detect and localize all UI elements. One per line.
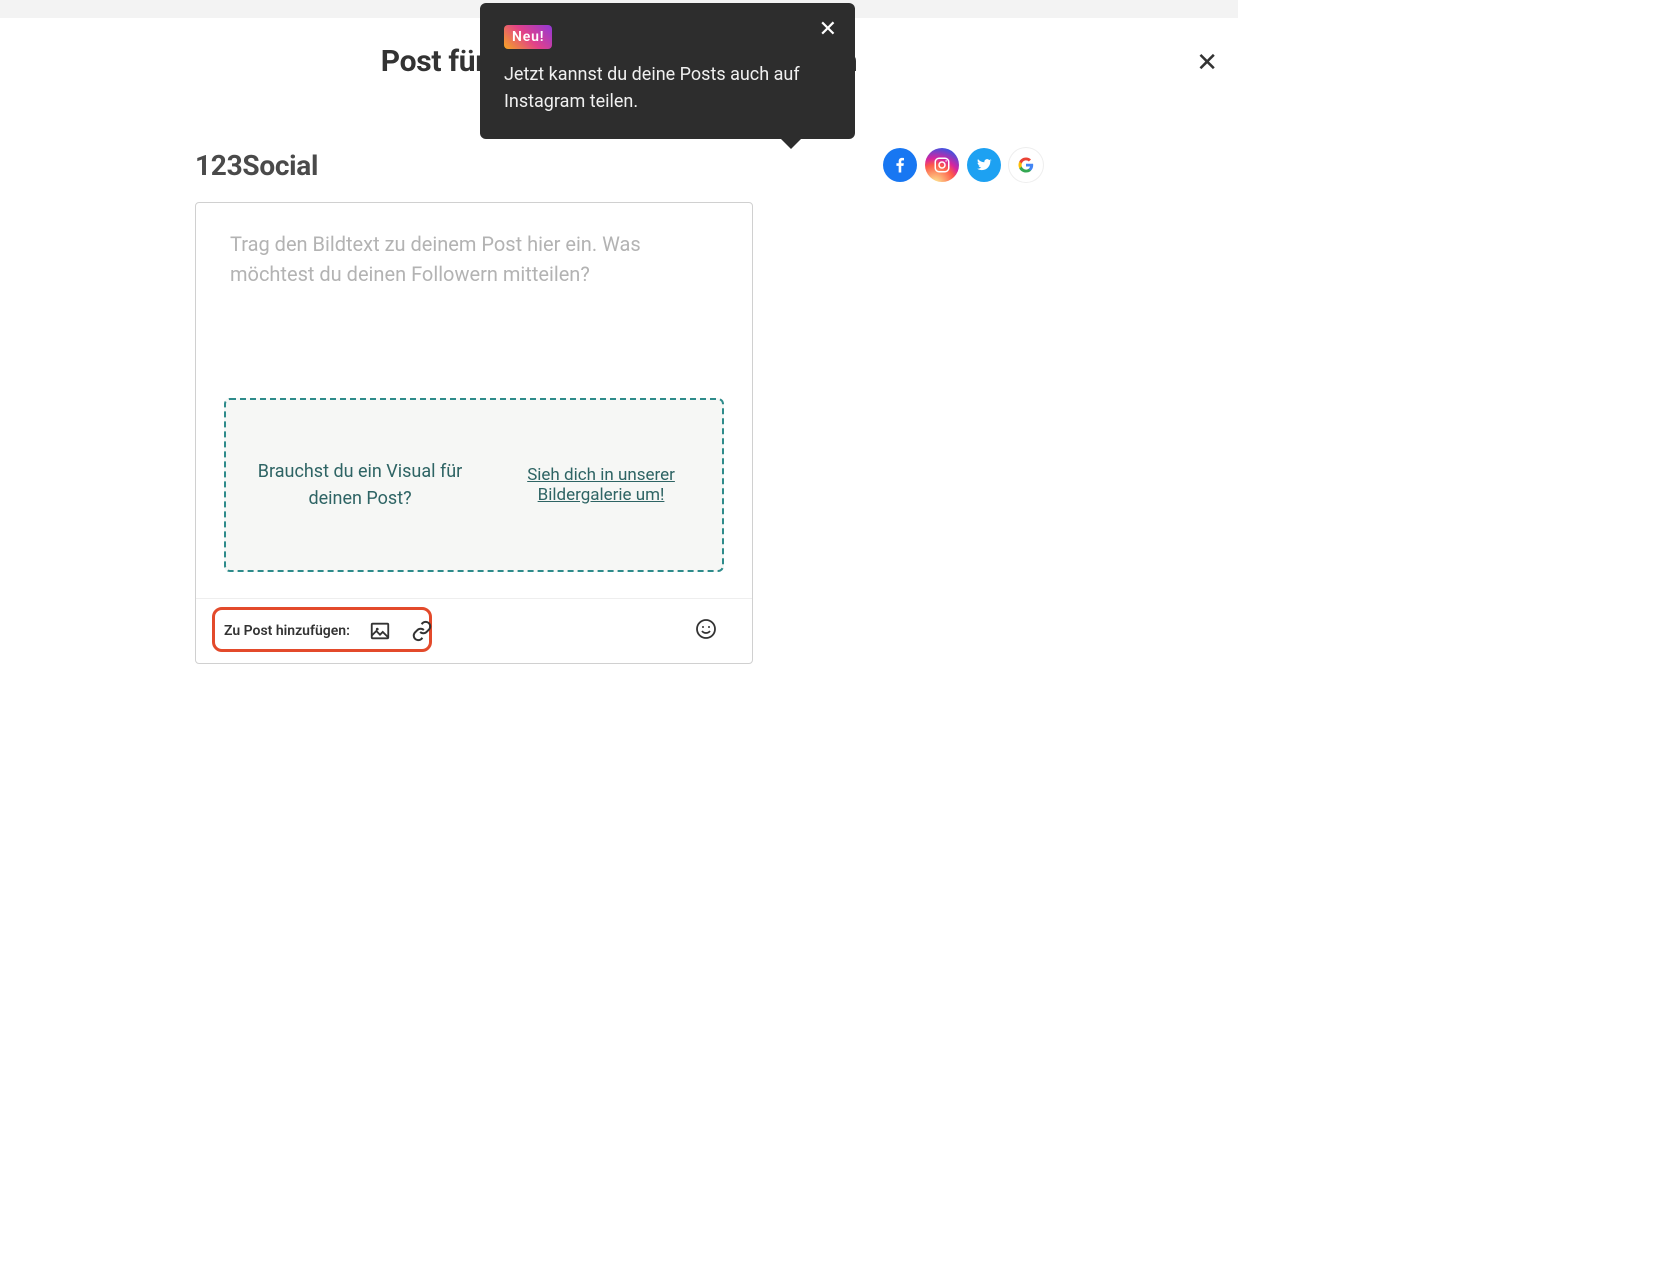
instagram-tooltip: ✕ Neu! Jetzt kannst du deine Posts auch … xyxy=(480,3,855,139)
close-icon: ✕ xyxy=(819,17,837,42)
close-icon: ✕ xyxy=(1196,48,1218,78)
social-channel-picker xyxy=(883,148,1043,182)
facebook-channel-button[interactable] xyxy=(883,148,917,182)
tooltip-body: Jetzt kannst du deine Posts auch auf Ins… xyxy=(504,61,831,115)
add-image-button[interactable] xyxy=(368,619,392,643)
twitter-channel-button[interactable] xyxy=(967,148,1001,182)
image-gallery-link[interactable]: Sieh dich in unserer Bildergalerie um! xyxy=(492,465,710,505)
account-name: 123Social xyxy=(195,149,318,182)
link-icon xyxy=(411,620,433,642)
emoji-icon xyxy=(694,617,718,641)
instagram-icon xyxy=(933,156,951,174)
close-modal-button[interactable]: ✕ xyxy=(1196,50,1218,76)
visual-dropzone[interactable]: Brauchst du ein Visual für deinen Post? … xyxy=(224,398,724,572)
instagram-channel-button[interactable] xyxy=(925,148,959,182)
image-icon xyxy=(369,620,391,642)
post-text-input[interactable]: Trag den Bildtext zu deinem Post hier ei… xyxy=(196,203,752,398)
account-header: 123Social xyxy=(195,148,1043,182)
facebook-icon xyxy=(890,155,910,175)
google-channel-button[interactable] xyxy=(1009,148,1043,182)
new-badge: Neu! xyxy=(504,25,552,49)
visual-prompt-text: Brauchst du ein Visual für deinen Post? xyxy=(238,458,482,512)
tooltip-close-button[interactable]: ✕ xyxy=(819,17,837,42)
twitter-icon xyxy=(975,156,993,174)
composer-footer: Zu Post hinzufügen: xyxy=(196,598,752,663)
post-text-placeholder: Trag den Bildtext zu deinem Post hier ei… xyxy=(230,229,718,289)
add-link-button[interactable] xyxy=(410,619,434,643)
add-to-post-group: Zu Post hinzufügen: xyxy=(224,619,434,643)
google-icon xyxy=(1017,156,1035,174)
post-composer: Trag den Bildtext zu deinem Post hier ei… xyxy=(195,202,753,664)
add-to-post-label: Zu Post hinzufügen: xyxy=(224,623,350,639)
emoji-picker-button[interactable] xyxy=(694,617,718,645)
